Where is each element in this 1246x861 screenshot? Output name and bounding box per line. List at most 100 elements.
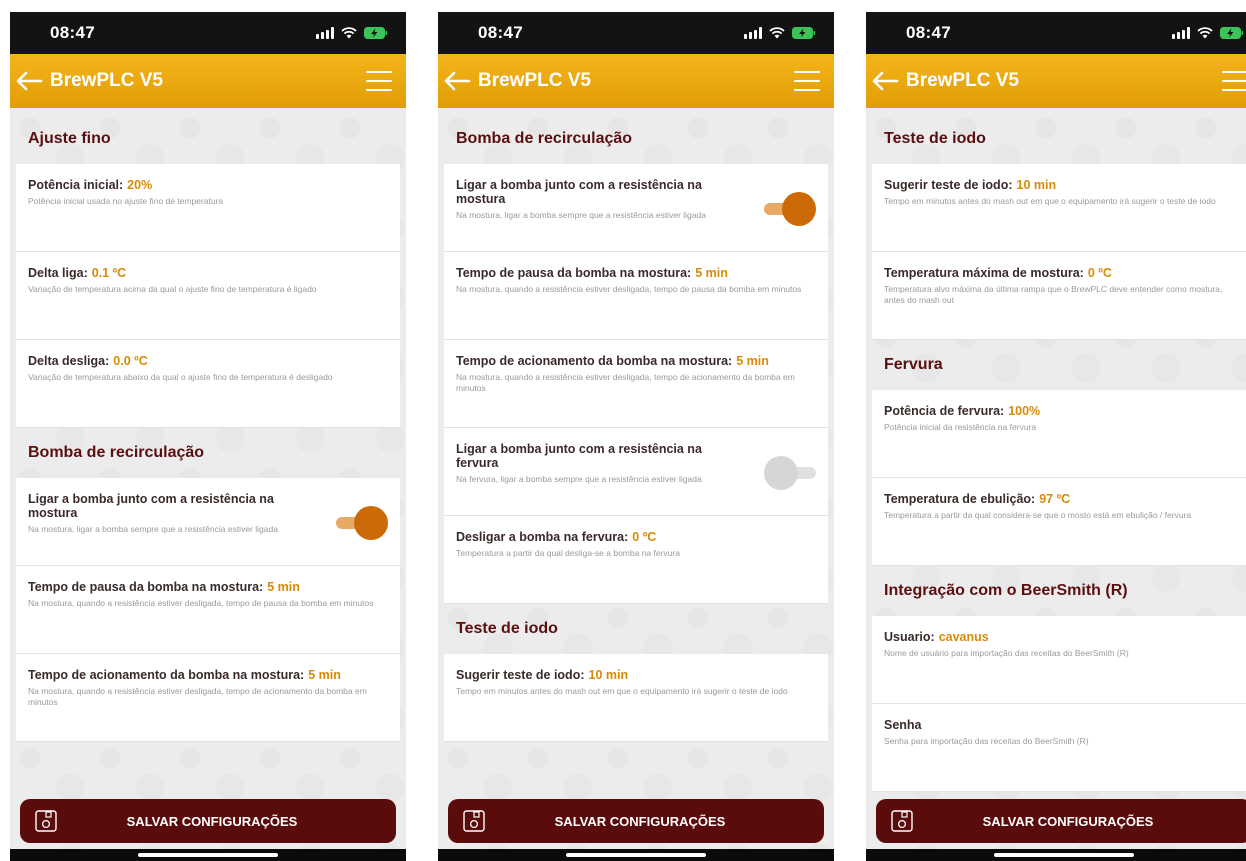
status-time: 08:47 xyxy=(906,23,951,42)
setting-row[interactable]: Temperatura máxima de mostura: 0 ºC Temper… xyxy=(872,252,1246,340)
back-arrow-icon[interactable] xyxy=(440,66,474,96)
save-button-label: SALVAR CONFIGURAÇÕES xyxy=(554,813,726,829)
save-settings-button[interactable]: SALVAR CONFIGURAÇÕES xyxy=(20,799,396,843)
setting-description: Na mostura, quando a resistência estiver… xyxy=(28,686,367,707)
setting-value: 10 min xyxy=(1016,178,1057,192)
floppy-disk-icon xyxy=(890,809,914,833)
setting-label: Potência de fervura: xyxy=(884,404,1005,418)
setting-description: Na mostura, quando a resistência estiver… xyxy=(28,598,374,608)
setting-label: Ligar a bomba junto com a resistência na… xyxy=(28,492,274,520)
setting-label: Tempo de pausa da bomba na mostura: xyxy=(456,266,692,280)
setting-label: Sugerir teste de iodo: xyxy=(456,668,585,682)
section-header: Fervura xyxy=(884,356,943,373)
setting-label: Potência inicial: xyxy=(28,178,124,192)
setting-description: Potência inicial da resistência na fervu… xyxy=(884,422,1037,432)
phone-screen-2: 08:47 BrewPLC V5 Bomba de recirculação Liga… xyxy=(438,12,834,861)
setting-row[interactable]: Potência inicial: 20% Potência inicial usa… xyxy=(16,164,400,252)
setting-value: 20% xyxy=(127,178,153,192)
setting-label-line: Ligar a bomba junto com a resistência na… xyxy=(456,178,816,206)
setting-label-line: Senha xyxy=(884,718,1244,732)
home-bar xyxy=(10,849,406,861)
status-bar: 08:47 xyxy=(866,12,1246,54)
setting-value: 5 min xyxy=(267,580,300,594)
setting-row[interactable]: Desligar a bomba na fervura: 0 ºC Temperat… xyxy=(444,516,828,604)
setting-label-line: Tempo de acionamento da bomba na mostura… xyxy=(28,668,388,682)
toggle-setting-row[interactable]: Ligar a bomba junto com a resistência na… xyxy=(444,428,828,516)
setting-row[interactable]: Tempo de acionamento da bomba na mostura… xyxy=(444,340,828,428)
app-header: BrewPLC V5 xyxy=(438,54,834,108)
battery-charging-icon xyxy=(1220,27,1244,39)
setting-value: 0 ºC xyxy=(1087,266,1112,280)
setting-row[interactable]: Delta desliga: 0.0 ºC Variação de temperat… xyxy=(16,340,400,428)
toggle-switch[interactable] xyxy=(764,456,816,490)
setting-label: Ligar a bomba junto com a resistência na… xyxy=(456,442,702,470)
setting-label: Tempo de pausa da bomba na mostura: xyxy=(28,580,264,594)
hamburger-menu-icon[interactable] xyxy=(366,71,392,91)
setting-value: 0 ºC xyxy=(632,530,657,544)
back-arrow-icon[interactable] xyxy=(868,66,902,96)
setting-description: Variação de temperatura abaixo da qual o… xyxy=(28,372,333,382)
back-arrow-icon[interactable] xyxy=(12,66,46,96)
status-icons xyxy=(744,27,816,39)
save-settings-button[interactable]: SALVAR CONFIGURAÇÕES xyxy=(448,799,824,843)
home-indicator xyxy=(566,853,706,857)
wifi-icon xyxy=(1197,27,1213,39)
setting-label-line: Tempo de pausa da bomba na mostura: 5 min xyxy=(28,580,388,594)
home-indicator xyxy=(138,853,278,857)
setting-row[interactable]: Tempo de acionamento da bomba na mostura… xyxy=(16,654,400,742)
setting-description: Temperatura alvo máxima da última rampa … xyxy=(884,284,1223,305)
setting-row[interactable]: Senha Senha para importação das receitas … xyxy=(872,704,1246,792)
setting-label-line: Usuario: cavanus xyxy=(884,630,1244,644)
setting-row[interactable]: Tempo de pausa da bomba na mostura: 5 min… xyxy=(444,252,828,340)
setting-row[interactable]: Usuario: cavanus Nome de usuário para impo… xyxy=(872,616,1246,704)
hamburger-menu-icon[interactable] xyxy=(1222,71,1246,91)
setting-label: Temperatura máxima de mostura: xyxy=(884,266,1084,280)
signal-icon xyxy=(744,27,762,39)
setting-row[interactable]: Sugerir teste de iodo: 10 min Tempo em min… xyxy=(444,654,828,742)
status-bar: 08:47 xyxy=(438,12,834,54)
setting-label: Tempo de acionamento da bomba na mostura… xyxy=(456,354,733,368)
setting-label-line: Desligar a bomba na fervura: 0 ºC xyxy=(456,530,816,544)
setting-value: cavanus xyxy=(938,630,989,644)
setting-label-line: Delta liga: 0.1 ºC xyxy=(28,266,388,280)
status-icons xyxy=(316,27,388,39)
floppy-disk-icon xyxy=(462,809,486,833)
hamburger-menu-icon[interactable] xyxy=(794,71,820,91)
settings-list: Teste de iodo Sugerir teste de iodo: 10 mi… xyxy=(866,108,1246,861)
section-header: Bomba de recirculação xyxy=(28,444,205,461)
app-header: BrewPLC V5 xyxy=(10,54,406,108)
home-bar xyxy=(866,849,1246,861)
setting-row[interactable]: Delta liga: 0.1 ºC Variação de temperatura… xyxy=(16,252,400,340)
setting-label: Ligar a bomba junto com a resistência na… xyxy=(456,178,702,206)
setting-row[interactable]: Potência de fervura: 100% Potência inicial… xyxy=(872,390,1246,478)
setting-value: 0.1 ºC xyxy=(91,266,127,280)
setting-label-line: Sugerir teste de iodo: 10 min xyxy=(884,178,1244,192)
setting-row[interactable]: Temperatura de ebulição: 97 ºC Temperatura… xyxy=(872,478,1246,566)
section-header: Ajuste fino xyxy=(28,130,111,147)
save-settings-button[interactable]: SALVAR CONFIGURAÇÕES xyxy=(876,799,1246,843)
toggle-setting-row[interactable]: Ligar a bomba junto com a resistência na… xyxy=(444,164,828,252)
setting-description: Na mostura, ligar a bomba sempre que a r… xyxy=(456,210,706,220)
settings-list: Bomba de recirculação Ligar a bomba junto… xyxy=(438,108,834,861)
setting-label: Tempo de acionamento da bomba na mostura… xyxy=(28,668,305,682)
setting-value: 5 min xyxy=(736,354,769,368)
toggle-switch[interactable] xyxy=(764,192,816,226)
setting-label: Delta desliga: xyxy=(28,354,110,368)
app-header: BrewPLC V5 xyxy=(866,54,1246,108)
toggle-switch[interactable] xyxy=(336,506,388,540)
battery-charging-icon xyxy=(364,27,388,39)
setting-row[interactable]: Tempo de pausa da bomba na mostura: 5 min… xyxy=(16,566,400,654)
setting-description: Temperatura a partir da qual considera-s… xyxy=(884,510,1192,520)
setting-label-line: Tempo de pausa da bomba na mostura: 5 min xyxy=(456,266,816,280)
toggle-setting-row[interactable]: Ligar a bomba junto com a resistência na… xyxy=(16,478,400,566)
app-title: BrewPLC V5 xyxy=(478,70,591,91)
setting-label-line: Temperatura máxima de mostura: 0 ºC xyxy=(884,266,1244,280)
setting-label-line: Tempo de acionamento da bomba na mostura… xyxy=(456,354,816,368)
setting-label: Senha xyxy=(884,718,922,732)
setting-row[interactable]: Sugerir teste de iodo: 10 min Tempo em min… xyxy=(872,164,1246,252)
section-header: Teste de iodo xyxy=(884,130,986,147)
phone-screen-1: 08:47 BrewPLC V5 Ajuste fino Potência inici… xyxy=(10,12,406,861)
wifi-icon xyxy=(769,27,785,39)
setting-label-line: Ligar a bomba junto com a resistência na… xyxy=(28,492,388,520)
save-button-label: SALVAR CONFIGURAÇÕES xyxy=(126,813,298,829)
